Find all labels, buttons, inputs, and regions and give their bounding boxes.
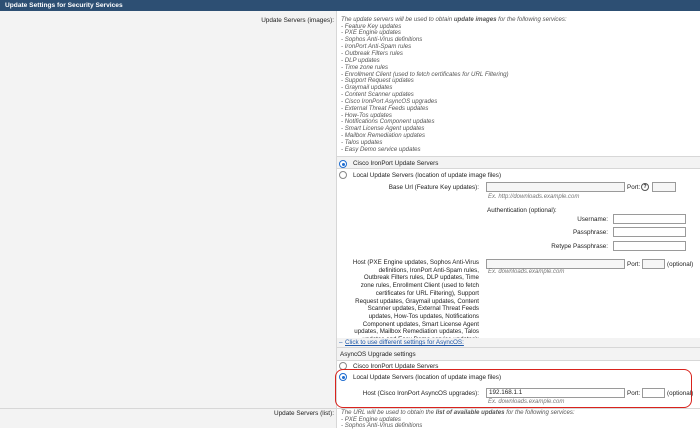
update-servers-list-label: Update Servers (list): (274, 410, 334, 417)
label-column (0, 11, 336, 428)
asyncos-local-label: Local Update Servers (location of update… (353, 374, 501, 381)
local-update-servers-radio[interactable] (339, 171, 347, 179)
host-label-line: Component updates, Smart License Agent (353, 321, 479, 329)
host-label-line: Host (PXE Engine updates, Sophos Anti-Vi… (353, 259, 479, 267)
asyncos-host-label: Host (Cisco IronPort AsyncOS upgrades): (363, 390, 479, 397)
asyncos-host-input[interactable]: 192.168.1.1 (486, 388, 625, 398)
host-label-line: updates, Mailbox Remediation updates, Ta… (353, 328, 479, 336)
retype-passphrase-input[interactable] (613, 241, 686, 251)
cisco-update-servers-label: Cisco IronPort Update Servers (353, 160, 438, 167)
username-label: Username: (577, 216, 608, 223)
asyncos-settings-link[interactable]: Click to use different settings for Asyn… (345, 339, 464, 346)
asyncos-host-hint: Ex. downloads.example.com (488, 399, 564, 405)
base-url-hint: Ex. http://downloads.example.com (488, 194, 579, 200)
retype-passphrase-label: Retype Passphrase: (551, 243, 608, 250)
host-label-line: updates, How-Tos updates, Notifications (353, 313, 479, 321)
section-header: Update Settings for Security Services (0, 0, 700, 11)
host-label-line: certificates for URL Filtering), Support (353, 290, 479, 298)
authentication-label: Authentication (optional): (487, 207, 557, 214)
host-label-line: Request updates, Graymail updates, Conte… (353, 298, 479, 306)
host-port-input[interactable] (642, 259, 665, 269)
host-label-line: zone rules, Enrollment Client (used to f… (353, 282, 479, 290)
images-services-list: - Feature Key updates- PXE Engine update… (341, 24, 509, 154)
list-intro: The URL will be used to obtain the list … (341, 409, 575, 416)
passphrase-input[interactable] (613, 227, 686, 237)
host-label-line: Scanner updates, External Threat Feeds (353, 305, 479, 313)
base-url-port-label: Port: (627, 184, 640, 191)
base-url-input[interactable] (486, 182, 625, 192)
update-servers-images-label: Update Servers (images): (261, 17, 334, 24)
service-item: - Easy Demo service updates (341, 147, 509, 154)
asyncos-local-radio[interactable] (339, 373, 347, 381)
host-label-line: Outbreak Filters rules, DLP updates, Tim… (353, 274, 479, 282)
base-url-port-input[interactable] (652, 182, 676, 192)
host-hint: Ex. downloads.example.com (488, 269, 564, 275)
asyncos-port-input[interactable] (642, 388, 665, 398)
asyncos-upgrade-settings-label: AsyncOS Upgrade settings (340, 351, 416, 358)
host-port-label: Port: (627, 261, 640, 268)
host-label-line: definitions, IronPort Anti-Spam rules, (353, 267, 479, 275)
local-update-servers-label: Local Update Servers (location of update… (353, 172, 501, 179)
images-intro: The update servers will be used to obtai… (341, 16, 567, 23)
service-item: - Sophos Anti-Virus definitions (341, 423, 422, 430)
host-input[interactable] (486, 259, 625, 269)
collapse-icon[interactable]: – (339, 339, 343, 346)
cisco-update-servers-radio[interactable] (339, 160, 347, 168)
help-icon[interactable]: ? (641, 183, 649, 191)
username-input[interactable] (613, 214, 686, 224)
host-optional-label: (optional) (667, 261, 693, 268)
passphrase-label: Passphrase: (573, 229, 608, 236)
base-url-label: Base Url (Feature Key updates): (389, 184, 479, 191)
column-divider (336, 11, 337, 428)
asyncos-port-label: Port: (627, 390, 640, 397)
asyncos-optional-label: (optional) (667, 390, 693, 397)
host-label: Host (PXE Engine updates, Sophos Anti-Vi… (353, 259, 479, 344)
